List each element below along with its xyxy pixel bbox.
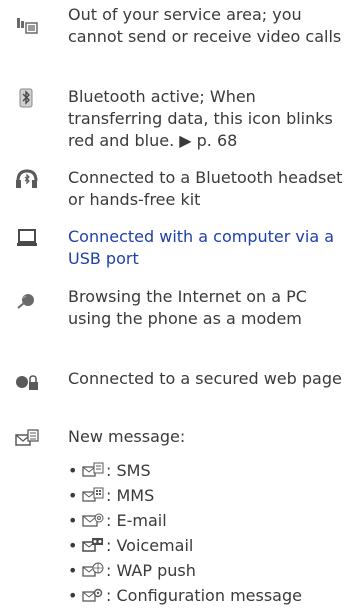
message-type-label: : WAP push: [106, 561, 196, 580]
bullet-dot: •: [68, 511, 78, 530]
bluetooth-headset-icon: [16, 169, 38, 188]
message-type-label: : Configuration message: [106, 586, 302, 605]
voicemail-icon: [82, 538, 103, 552]
bullet-dot: •: [68, 486, 78, 505]
message-type-label: : Voicemail: [106, 536, 194, 555]
message-type-label: : E-mail: [106, 511, 167, 530]
sms-icon: [82, 462, 104, 477]
configuration-message-icon: [82, 588, 103, 602]
bullet-dot: •: [68, 561, 78, 580]
message-type-item: • : SMS: [68, 460, 350, 482]
computer-icon: [17, 229, 37, 246]
message-type-label: : MMS: [106, 486, 155, 505]
email-icon: [82, 513, 104, 527]
no-service-video-icon: [17, 18, 38, 34]
bluetooth-icon: [19, 88, 33, 108]
message-type-item: • : Voicemail: [68, 535, 350, 557]
legend-entry-text: New message:: [68, 427, 186, 446]
icon-legend-page: Out of your service area; you cannot sen…: [0, 0, 351, 615]
bullet-dot: •: [68, 536, 78, 555]
secured-web-icon: [16, 375, 38, 390]
mms-icon: [82, 487, 104, 502]
new-message-icon: [15, 429, 39, 446]
legend-entry-text: Out of your service area; you cannot sen…: [68, 5, 342, 46]
legend-entry-text: Browsing the Internet on a PC using the …: [68, 287, 307, 328]
legend-entry-text: Connected with a computer via a USB port: [68, 227, 335, 268]
wap-push-icon: [82, 562, 104, 577]
internet-browsing-icon: [17, 294, 34, 309]
bullet-dot: •: [68, 461, 78, 480]
message-type-item: • : E-mail: [68, 510, 350, 532]
message-type-item: • : Configuration message: [68, 585, 350, 607]
message-type-item: • : WAP push: [68, 560, 350, 582]
legend-entry-text: Bluetooth active; When transferring data…: [68, 87, 333, 150]
message-type-item: • : MMS: [68, 485, 350, 507]
bullet-dot: •: [68, 586, 78, 605]
legend-entry-text: Connected to a secured web page: [68, 369, 342, 388]
message-type-label: : SMS: [106, 461, 151, 480]
legend-entry-text: Connected to a Bluetooth headset or hand…: [68, 168, 343, 209]
